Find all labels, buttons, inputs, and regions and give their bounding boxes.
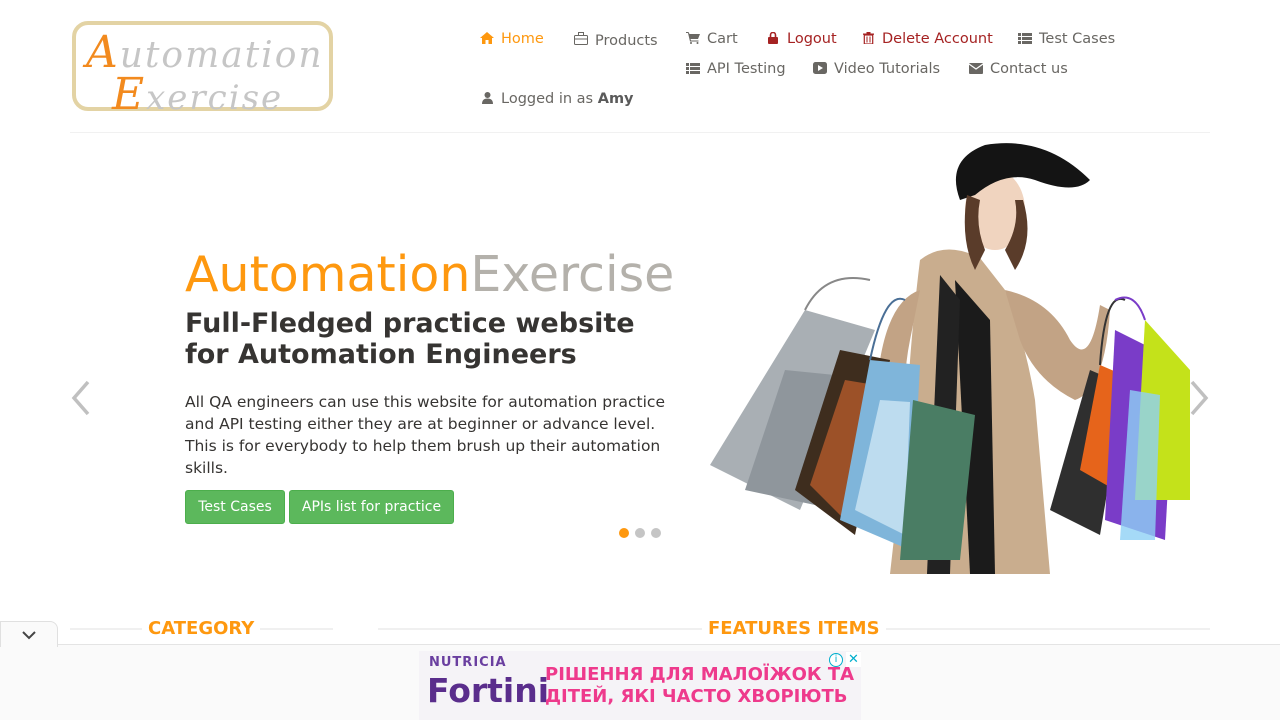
user-icon (480, 92, 494, 106)
lock-icon (766, 31, 780, 46)
nav-cart[interactable]: Cart (686, 31, 738, 47)
nav-contact-us[interactable]: Contact us (968, 61, 1068, 77)
nav-contact-us-label: Contact us (990, 61, 1068, 77)
category-heading: CATEGORY (142, 618, 261, 639)
nav-products-label: Products (595, 33, 658, 49)
ad-banner[interactable]: NUTRICIA Fortini РІШЕННЯ ДЛЯ МАЛОЇЖОК ТА… (419, 651, 861, 720)
nav-home[interactable]: Home (480, 31, 544, 47)
nav-test-cases-label: Test Cases (1039, 31, 1116, 47)
hero-title: Full-Fledged practice website for Automa… (185, 308, 635, 370)
ad-collapse-toggle[interactable] (0, 621, 58, 647)
carousel-indicator-1[interactable] (619, 528, 629, 538)
chevron-left-icon (71, 380, 90, 416)
chevron-down-icon (22, 630, 36, 639)
nav-delete-account[interactable]: Delete Account (861, 31, 993, 47)
home-icon (480, 32, 494, 46)
nav-api-testing-label: API Testing (707, 61, 786, 77)
list-icon (1018, 32, 1032, 46)
test-cases-button[interactable]: Test Cases (185, 490, 285, 524)
ad-text: РІШЕННЯ ДЛЯ МАЛОЇЖОК ТА ДІТЕЙ, ЯКІ ЧАСТО… (545, 664, 855, 707)
hero-image (710, 143, 1190, 574)
nav-video-tutorials[interactable]: Video Tutorials (813, 61, 940, 77)
header-divider (70, 132, 1210, 133)
nav-cart-label: Cart (707, 31, 738, 47)
envelope-icon (968, 62, 984, 76)
nav-logged-in: Logged in as Amy (480, 91, 634, 107)
ad-close-icon[interactable]: ✕ (846, 652, 861, 667)
nav-logout-label: Logout (787, 31, 837, 47)
ad-info-icon[interactable]: i (829, 653, 843, 667)
carousel-indicators (619, 528, 661, 538)
features-items-heading: FEATURES ITEMS (702, 618, 886, 639)
logged-in-text: Logged in as Amy (501, 91, 634, 107)
carousel-prev-button[interactable] (66, 376, 96, 420)
nav-logout[interactable]: Logout (766, 31, 837, 47)
hero-description: All QA engineers can use this website fo… (185, 393, 665, 477)
carousel-indicator-3[interactable] (651, 528, 661, 538)
apis-list-button[interactable]: APIs list for practice (289, 490, 454, 524)
ad-brand: Fortini (427, 671, 550, 710)
nav-test-cases[interactable]: Test Cases (1018, 31, 1115, 47)
nav-products[interactable]: Products (574, 31, 658, 49)
logo-line-2: Exercise (112, 69, 284, 120)
list-icon (686, 62, 700, 76)
nav-home-label: Home (501, 31, 544, 47)
nav-video-tutorials-label: Video Tutorials (834, 61, 941, 77)
hero-brand: AutomationExercise (185, 246, 675, 303)
ad-brand-small: NUTRICIA (429, 655, 507, 670)
nav-delete-account-label: Delete Account (882, 31, 993, 47)
briefcase-icon (574, 31, 588, 47)
video-icon (813, 62, 827, 76)
logged-in-username: Amy (597, 91, 634, 107)
nav-api-testing[interactable]: API Testing (686, 61, 786, 77)
cart-icon (686, 32, 700, 46)
carousel-indicator-2[interactable] (635, 528, 645, 538)
site-logo[interactable]: Automation Exercise (72, 21, 333, 120)
trash-icon (861, 32, 875, 46)
